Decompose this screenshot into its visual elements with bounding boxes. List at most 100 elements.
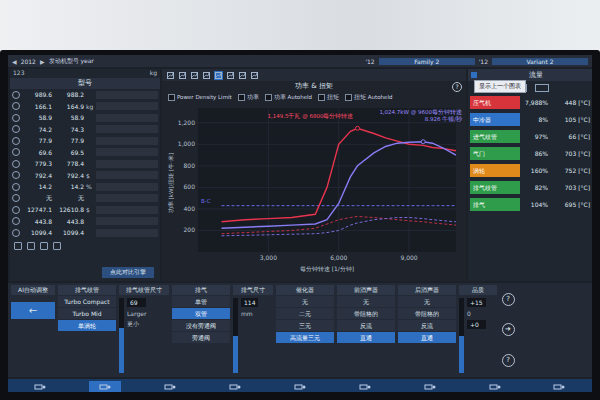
side-button[interactable]: ? <box>502 293 515 306</box>
flow-row[interactable]: 中冷器 8% 105 [°C] <box>470 112 592 127</box>
nav-tab[interactable] <box>219 381 251 392</box>
quality-slider[interactable] <box>459 298 464 373</box>
nav-tab[interactable] <box>154 381 186 392</box>
legend-item[interactable]: 扭矩 Autoheld <box>345 94 392 101</box>
chart-type-button[interactable] <box>238 71 247 80</box>
flow-row[interactable]: 排气歧管 82% 703 [°C] <box>470 180 592 195</box>
option[interactable]: 单管 <box>172 296 230 307</box>
chart-type-button[interactable] <box>226 71 235 80</box>
undo-icon[interactable] <box>40 242 48 250</box>
flow-percent: 160% <box>522 167 548 174</box>
larger-label: Larger <box>127 310 146 317</box>
nav-tab[interactable] <box>414 381 446 392</box>
manifold-size-slider[interactable] <box>119 298 124 373</box>
legend-checkbox[interactable] <box>168 94 175 101</box>
option[interactable]: 直通 <box>398 332 456 343</box>
side-button[interactable]: ➜ <box>502 323 515 336</box>
family-field[interactable]: Family 2 <box>379 58 475 65</box>
option[interactable]: 无 <box>337 296 395 307</box>
option[interactable]: 无 <box>276 296 334 307</box>
quality-value[interactable]: 0 <box>467 310 486 317</box>
flow-part: 压气机 <box>470 96 520 109</box>
chart-icon <box>179 72 186 79</box>
stat-icon <box>12 183 20 191</box>
option[interactable]: 反流 <box>398 320 456 331</box>
stat-bar <box>96 171 158 179</box>
legend-checkbox[interactable] <box>318 94 325 101</box>
flow-row[interactable]: 气门 86% 703 [°C] <box>470 146 592 161</box>
legend-item[interactable]: Power Density Limit <box>168 94 232 101</box>
legend-checkbox[interactable] <box>265 94 272 101</box>
auto-tune-button[interactable]: ← <box>11 302 55 319</box>
nav-tab[interactable] <box>89 381 121 392</box>
chart-type-button[interactable] <box>214 71 223 80</box>
chart-type-button[interactable] <box>190 71 199 80</box>
delete-icon[interactable] <box>53 242 61 250</box>
legend-checkbox[interactable] <box>238 94 245 101</box>
option[interactable]: Turbo Compact <box>58 296 116 307</box>
option[interactable]: 高流量三元 <box>276 332 334 343</box>
stat-icon <box>12 206 20 214</box>
chart-type-button[interactable] <box>250 71 259 80</box>
variant-field[interactable]: Variant 2 <box>492 58 588 65</box>
chart-type-button[interactable] <box>178 71 187 80</box>
legend-item[interactable]: 扭矩 <box>318 94 339 101</box>
nav-tab[interactable] <box>349 381 381 392</box>
flow-row[interactable]: 压气机 7,988% 448 [°C] <box>470 95 592 110</box>
flow-temperature: 752 [°C] <box>550 167 592 174</box>
back-icon[interactable] <box>471 72 477 78</box>
chart-type-button[interactable] <box>166 71 175 80</box>
stat-bar <box>96 114 158 122</box>
option[interactable]: 二元 <box>276 308 334 319</box>
option[interactable]: 无 <box>398 296 456 307</box>
family-year: '12 <box>365 58 374 65</box>
exhaust-size-slider[interactable] <box>233 298 238 373</box>
stat-current: 无 <box>22 194 52 203</box>
nav-tab[interactable] <box>24 381 56 392</box>
stat-current: 77.9 <box>22 137 52 144</box>
stat-compare: 14.2 <box>54 183 84 190</box>
stat-current: 1099.4 <box>22 229 52 236</box>
manifold-size-value[interactable]: 69 <box>127 298 146 307</box>
exhaust-size-value[interactable]: 114 <box>241 298 258 307</box>
stat-compare: 778.4 <box>54 160 84 167</box>
power-torque-chart: 2004006008001,0001,2003,0006,0009,000功率 … <box>164 102 464 274</box>
chart-type-button[interactable] <box>202 71 211 80</box>
section-title: 前消声器 <box>337 285 395 295</box>
option[interactable]: 带阻格的 <box>398 308 456 319</box>
stat-row: 77.9 77.9 <box>10 135 160 147</box>
prev-year-button[interactable]: ◀ <box>12 58 17 65</box>
flow-row[interactable]: 进气歧管 97% 66 [°C] <box>470 129 592 144</box>
stat-bar <box>96 206 158 214</box>
flow-row[interactable]: 排气 104% 695 [°C] <box>470 197 592 212</box>
legend-item[interactable]: 功率 Autoheld <box>265 94 312 101</box>
option[interactable]: 直通 <box>337 332 395 343</box>
option[interactable]: 反流 <box>337 320 395 331</box>
section-title: 排气尺寸 <box>233 285 273 295</box>
flow-row[interactable]: 涡轮 160% 752 [°C] <box>470 163 592 178</box>
temperature-toggle[interactable] <box>535 84 549 92</box>
copy-icon[interactable] <box>27 242 35 250</box>
save-icon[interactable] <box>14 242 22 250</box>
option[interactable]: 带阻格的 <box>337 308 395 319</box>
option[interactable]: 单涡轮 <box>58 320 116 331</box>
option[interactable]: 没有旁通阀 <box>172 320 230 331</box>
option[interactable]: 旁通阀 <box>172 332 230 343</box>
stat-current: 166.1 <box>22 103 52 110</box>
stat-current: 989.6 <box>22 91 52 98</box>
option[interactable]: 双管 <box>172 308 230 319</box>
next-year-button[interactable]: ▶ <box>40 58 45 65</box>
side-button[interactable]: ? <box>502 354 515 367</box>
exhaust-config: AI自动调整 ← 排气歧管 Turbo CompactTurbo Mid单涡轮 … <box>8 283 592 377</box>
nav-tab[interactable] <box>479 381 511 392</box>
legend-checkbox[interactable] <box>345 94 352 101</box>
legend-item[interactable]: 功率 <box>238 94 259 101</box>
help-button[interactable]: ? <box>452 82 462 92</box>
option[interactable]: Turbo Mid <box>58 308 116 319</box>
option[interactable]: 三元 <box>276 320 334 331</box>
nav-tab[interactable] <box>543 381 575 392</box>
nav-tab[interactable] <box>284 381 316 392</box>
chart-icon <box>215 72 222 79</box>
flow-temperature: 105 [°C] <box>550 116 592 123</box>
compare-engine-button[interactable]: 点此对比引擎 <box>102 267 154 278</box>
